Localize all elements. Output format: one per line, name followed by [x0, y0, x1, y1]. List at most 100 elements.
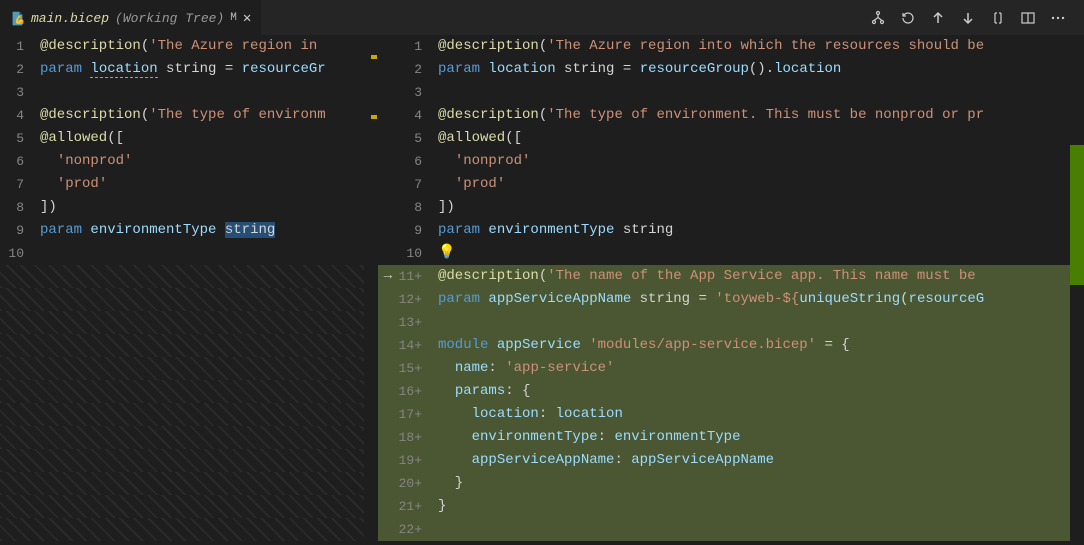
code-content[interactable]: param location string = resourceGroup().…	[438, 58, 1084, 81]
code-line[interactable]: 1@description('The Azure region in	[0, 35, 378, 58]
line-number: 9	[0, 219, 40, 242]
code-content[interactable]: @description('The type of environm	[40, 104, 378, 127]
revert-icon[interactable]	[900, 10, 916, 26]
code-token	[40, 153, 57, 169]
code-content[interactable]: @description('The Azure region in	[40, 35, 378, 58]
code-line[interactable]: 6 'nonprod'	[378, 150, 1084, 173]
code-content[interactable]: param location string = resourceGr	[40, 58, 378, 81]
code-line[interactable]: 22+	[378, 518, 1084, 541]
whitespace-icon[interactable]	[990, 10, 1006, 26]
code-token	[556, 61, 564, 77]
code-token: location	[488, 61, 555, 77]
code-line[interactable]: 3	[378, 81, 1084, 104]
code-line[interactable]: 8])	[0, 196, 378, 219]
code-token: appService	[497, 337, 581, 353]
code-content[interactable]: 'nonprod'	[40, 150, 378, 173]
code-line[interactable]: 18+ environmentType: environmentType	[378, 426, 1084, 449]
code-token: ])	[40, 199, 57, 215]
code-line[interactable]: →11+@description('The name of the App Se…	[378, 265, 1084, 288]
diff-pane-modified[interactable]: 1@description('The Azure region into whi…	[378, 35, 1084, 545]
code-content[interactable]: 'prod'	[438, 173, 1084, 196]
more-icon[interactable]	[1050, 10, 1066, 26]
code-line[interactable]: 15+ name: 'app-service'	[378, 357, 1084, 380]
code-line[interactable]: 4@description('The type of environm	[0, 104, 378, 127]
code-line[interactable]: 10	[0, 242, 378, 265]
close-icon[interactable]: ✕	[243, 10, 251, 27]
code-content[interactable]: @description('The name of the App Servic…	[438, 265, 1084, 288]
code-line[interactable]: 8])	[378, 196, 1084, 219]
code-token: }	[438, 475, 463, 491]
code-token	[438, 153, 455, 169]
code-line[interactable]: 14+module appService 'modules/app-servic…	[378, 334, 1084, 357]
code-line[interactable]: 2param location string = resourceGr	[0, 58, 378, 81]
code-token: string	[166, 61, 216, 77]
code-token: module	[438, 337, 488, 353]
code-token: ().	[749, 61, 774, 77]
code-content[interactable]: 'nonprod'	[438, 150, 1084, 173]
tab-suffix: (Working Tree)	[115, 11, 224, 26]
code-content[interactable]: param environmentType string	[40, 219, 378, 242]
code-token: @allowed	[438, 130, 505, 146]
code-token: 'The type of environm	[149, 107, 325, 123]
code-line[interactable]: 1@description('The Azure region into whi…	[378, 35, 1084, 58]
code-content[interactable]: name: 'app-service'	[438, 357, 1084, 380]
tabs-container: 💪 main.bicep (Working Tree) M ✕	[0, 0, 261, 35]
code-content[interactable]: params: {	[438, 380, 1084, 403]
code-content[interactable]: @allowed([	[40, 127, 378, 150]
code-line[interactable]: 3	[0, 81, 378, 104]
code-line[interactable]: 13+	[378, 311, 1084, 334]
code-content[interactable]: ])	[438, 196, 1084, 219]
code-token: (	[900, 291, 908, 307]
code-line[interactable]: 2param location string = resourceGroup()…	[378, 58, 1084, 81]
tab-main-bicep[interactable]: 💪 main.bicep (Working Tree) M ✕	[0, 0, 261, 35]
code-line[interactable]: 10💡	[378, 242, 1084, 265]
code-token: 'app-service'	[505, 360, 614, 376]
code-content[interactable]: @description('The Azure region into whic…	[438, 35, 1084, 58]
code-content[interactable]: param environmentType string	[438, 219, 1084, 242]
code-content[interactable]: location: location	[438, 403, 1084, 426]
code-content[interactable]: param appServiceAppName string = 'toyweb…	[438, 288, 1084, 311]
code-line[interactable]: 6 'nonprod'	[0, 150, 378, 173]
diff-pane-original[interactable]: 1@description('The Azure region in2param…	[0, 35, 378, 545]
tree-icon[interactable]	[870, 10, 886, 26]
code-line[interactable]: 5@allowed([	[378, 127, 1084, 150]
code-content[interactable]: environmentType: environmentType	[438, 426, 1084, 449]
minimap-right[interactable]	[1070, 35, 1084, 545]
code-token: (	[539, 107, 547, 123]
code-token: 'prod'	[455, 176, 505, 192]
line-number: 6	[0, 150, 40, 173]
code-content[interactable]: module appService 'modules/app-service.b…	[438, 334, 1084, 357]
code-line[interactable]: 20+ }	[378, 472, 1084, 495]
code-content[interactable]: @description('The type of environment. T…	[438, 104, 1084, 127]
code-content[interactable]: ])	[40, 196, 378, 219]
code-line[interactable]: 7 'prod'	[378, 173, 1084, 196]
code-line[interactable]: 4@description('The type of environment. …	[378, 104, 1084, 127]
code-content[interactable]: }	[438, 472, 1084, 495]
line-number: 20+	[398, 472, 438, 495]
code-line[interactable]: 21+}	[378, 495, 1084, 518]
code-line[interactable]: 9param environmentType string	[378, 219, 1084, 242]
code-content[interactable]: 💡	[438, 242, 1084, 265]
code-token: location	[556, 406, 623, 422]
split-editor-icon[interactable]	[1020, 10, 1036, 26]
code-line[interactable]: 17+ location: location	[378, 403, 1084, 426]
code-line[interactable]: 9param environmentType string	[0, 219, 378, 242]
deleted-line-placeholder	[0, 403, 378, 426]
code-line[interactable]: 19+ appServiceAppName: appServiceAppName	[378, 449, 1084, 472]
code-content[interactable]: @allowed([	[438, 127, 1084, 150]
code-line[interactable]: 12+param appServiceAppName string = 'toy…	[378, 288, 1084, 311]
line-number: 9	[398, 219, 438, 242]
code-token: (	[141, 38, 149, 54]
prev-change-icon[interactable]	[930, 10, 946, 26]
code-content[interactable]: appServiceAppName: appServiceAppName	[438, 449, 1084, 472]
code-line[interactable]: 5@allowed([	[0, 127, 378, 150]
code-line[interactable]: 7 'prod'	[0, 173, 378, 196]
code-content[interactable]: }	[438, 495, 1084, 518]
minimap-left[interactable]	[364, 35, 378, 545]
code-token: 'The type of environment. This must be n…	[547, 107, 984, 123]
lightbulb-icon[interactable]: 💡	[438, 245, 455, 261]
code-content[interactable]: 'prod'	[40, 173, 378, 196]
next-change-icon[interactable]	[960, 10, 976, 26]
deleted-line-placeholder	[0, 472, 378, 495]
code-line[interactable]: 16+ params: {	[378, 380, 1084, 403]
